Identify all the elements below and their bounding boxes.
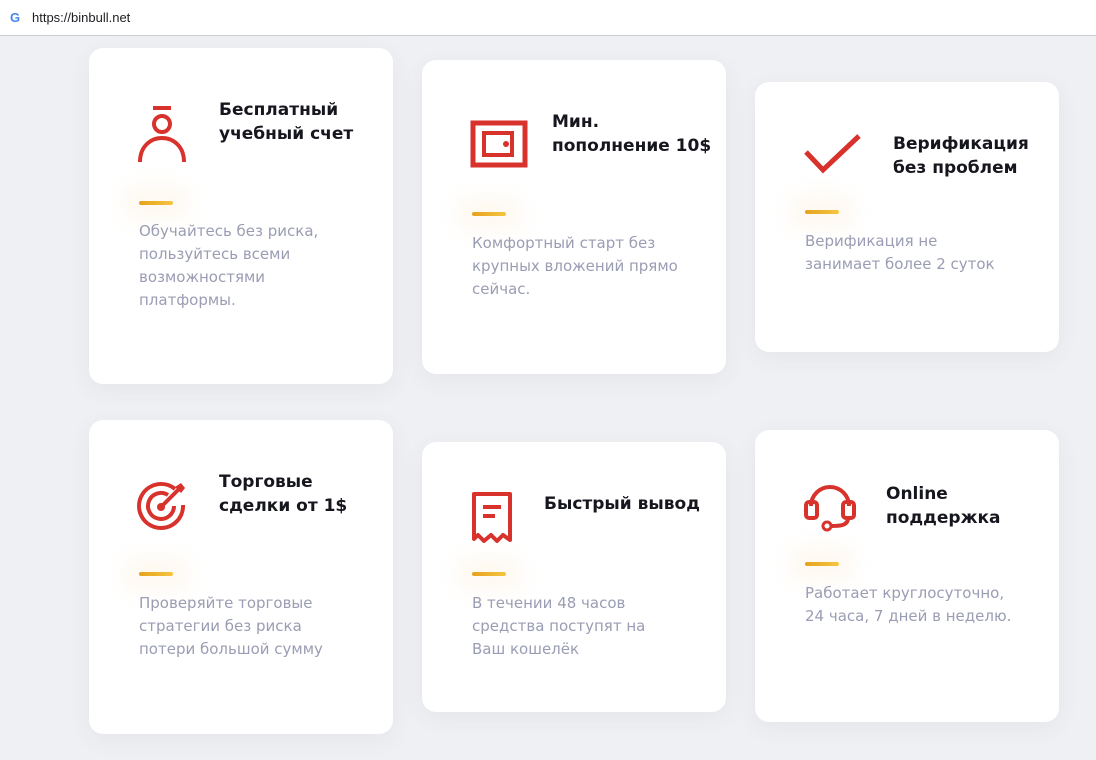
feature-card-support: Online поддержка Работает круглосуточно,… xyxy=(755,430,1059,722)
feature-card-verification: Верификация без проблем Верификация не з… xyxy=(755,82,1059,352)
person-icon xyxy=(137,104,189,163)
card-title: Верификация без проблем xyxy=(893,134,1029,178)
checkmark-icon xyxy=(803,132,861,184)
card-title: Быстрый вывод xyxy=(544,494,700,514)
feature-card-min-deposit: Мин. пополнение 10$ Комфортный старт без… xyxy=(422,60,726,374)
card-title: Online поддержка xyxy=(886,484,1001,528)
wallet-icon xyxy=(470,120,528,172)
headset-icon xyxy=(803,480,856,532)
card-description: Комфортный старт без крупных вложений пр… xyxy=(472,234,678,298)
accent-bar xyxy=(472,212,506,216)
url-text[interactable]: https://binbull.net xyxy=(32,10,130,25)
card-description: Верификация не занимает более 2 суток xyxy=(805,232,995,273)
feature-card-withdrawal: Быстрый вывод В течении 48 часов средств… xyxy=(422,442,726,712)
receipt-icon xyxy=(470,490,522,543)
address-bar[interactable]: G https://binbull.net xyxy=(0,0,1096,36)
accent-bar xyxy=(139,572,173,576)
card-description: Обучайтесь без риска, пользуйтесь всеми … xyxy=(139,222,319,309)
feature-card-trades: Торговые сделки от 1$ Проверяйте торговы… xyxy=(89,420,393,734)
target-icon xyxy=(137,480,189,532)
card-description: Проверяйте торговые стратегии без риска … xyxy=(139,594,323,658)
card-title: Торговые сделки от 1$ xyxy=(219,472,348,516)
card-title: Бесплатный учебный счет xyxy=(219,100,354,144)
google-icon: G xyxy=(10,10,21,25)
accent-bar xyxy=(472,572,506,576)
card-description: В течении 48 часов средства поступят на … xyxy=(472,594,646,658)
card-description: Работает круглосуточно, 24 часа, 7 дней … xyxy=(805,584,1012,625)
feature-card-demo-account: Бесплатный учебный счет Обучайтесь без р… xyxy=(89,48,393,384)
accent-bar xyxy=(805,562,839,566)
accent-bar xyxy=(139,201,173,205)
card-title: Мин. пополнение 10$ xyxy=(552,112,712,156)
accent-bar xyxy=(805,210,839,214)
